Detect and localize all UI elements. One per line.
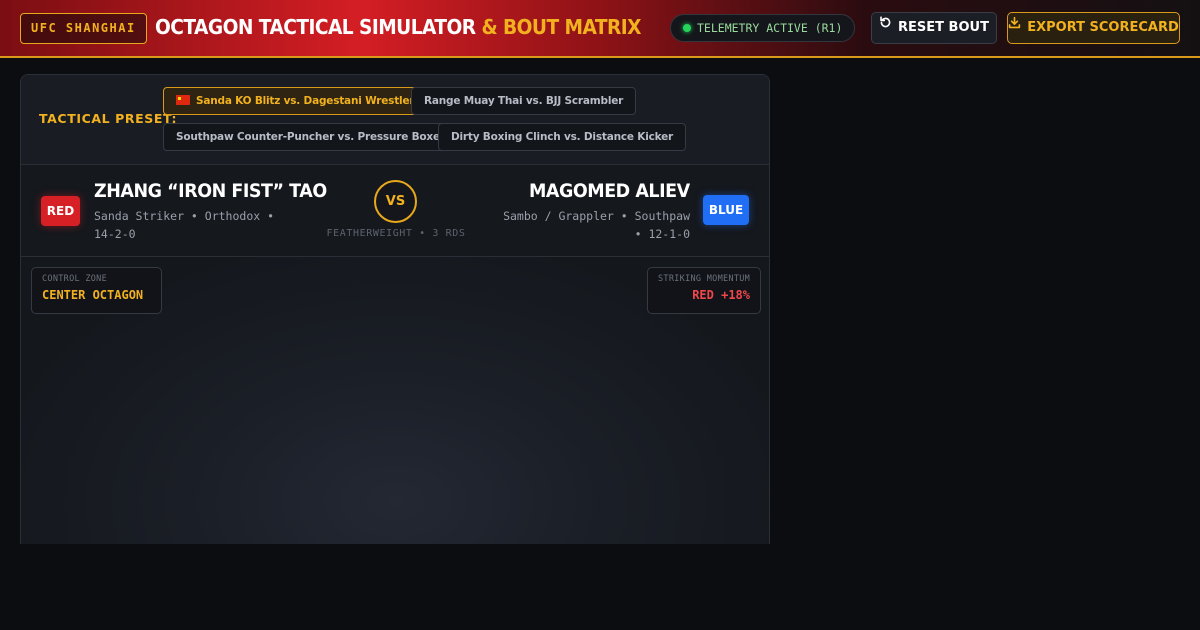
app-title: OCTAGON TACTICAL SIMULATOR & BOUT MATRIX — [155, 15, 641, 39]
fighter-matchup: RED ZHANG “IRON FIST” TAO Sanda Striker … — [21, 165, 769, 257]
preset-chip-label: Sanda KO Blitz vs. Dagestani Wrestler — [196, 95, 415, 107]
download-icon — [1008, 11, 1021, 41]
red-corner-badge: RED — [41, 196, 80, 226]
blue-fighter-style: Sambo / Grappler • Southpaw — [503, 209, 690, 223]
status-dot-icon — [683, 24, 691, 32]
control-zone-value: CENTER OCTAGON — [42, 288, 144, 302]
striking-momentum-label: STRIKING MOMENTUM — [658, 274, 751, 284]
blue-fighter-name: MAGOMED ALIEV — [529, 180, 690, 202]
blue-corner-badge: BLUE — [703, 195, 749, 225]
blue-fighter-meta: Sambo / Grappler • Southpaw • 12-1-0 — [480, 207, 690, 243]
top-bar: UFC SHANGHAI OCTAGON TACTICAL SIMULATOR … — [0, 0, 1200, 58]
telemetry-label: TELEMETRY ACTIVE (R1) — [697, 21, 843, 35]
striking-momentum-card: STRIKING MOMENTUM RED +18% — [647, 267, 761, 314]
red-fighter-record: 14-2-0 — [94, 227, 136, 241]
preset-chip-label: Southpaw Counter-Puncher vs. Pressure Bo… — [176, 131, 445, 143]
red-fighter-meta: Sanda Striker • Orthodox • 14-2-0 — [94, 207, 304, 243]
preset-chip-label: Dirty Boxing Clinch vs. Distance Kicker — [451, 131, 674, 143]
octagon-arena[interactable]: CONTROL ZONE CENTER OCTAGON STRIKING MOM… — [21, 257, 769, 544]
preset-chip-range-muay-thai[interactable]: Range Muay Thai vs. BJJ Scrambler — [411, 87, 637, 115]
brand-badge: UFC SHANGHAI — [20, 13, 147, 44]
telemetry-status: TELEMETRY ACTIVE (R1) — [670, 14, 856, 42]
control-zone-label: CONTROL ZONE — [42, 274, 108, 284]
export-scorecard-label: EXPORT SCORECARD — [1027, 20, 1179, 35]
control-zone-card: CONTROL ZONE CENTER OCTAGON — [31, 267, 162, 314]
striking-momentum-value: RED +18% — [692, 288, 750, 302]
preset-chip-sanda-ko-blitz[interactable]: Sanda KO Blitz vs. Dagestani Wrestler — [163, 87, 428, 115]
preset-chip-dirty-boxing[interactable]: Dirty Boxing Clinch vs. Distance Kicker — [438, 123, 687, 151]
red-fighter-style: Sanda Striker • Orthodox • — [94, 209, 275, 223]
vs-badge: VS — [374, 180, 417, 223]
simulator-panel: TACTICAL PRESET: Sanda KO Blitz vs. Dage… — [20, 74, 770, 544]
preset-chip-label: Range Muay Thai vs. BJJ Scrambler — [424, 95, 624, 107]
red-fighter-name: ZHANG “IRON FIST” TAO — [94, 180, 327, 202]
app-title-main: OCTAGON TACTICAL SIMULATOR — [155, 15, 476, 39]
reset-icon — [879, 11, 892, 41]
blue-fighter-record: • 12-1-0 — [634, 227, 690, 241]
preset-label: TACTICAL PRESET: — [39, 111, 178, 126]
preset-chip-southpaw-counter[interactable]: Southpaw Counter-Puncher vs. Pressure Bo… — [163, 123, 458, 151]
reset-bout-button[interactable]: RESET BOUT — [871, 12, 997, 44]
weight-class: FEATHERWEIGHT • 3 RDS — [326, 228, 466, 239]
preset-bar: TACTICAL PRESET: Sanda KO Blitz vs. Dage… — [21, 75, 769, 165]
reset-bout-label: RESET BOUT — [898, 20, 989, 35]
china-flag-icon — [176, 95, 190, 105]
app-title-accent: & BOUT MATRIX — [481, 15, 641, 39]
export-scorecard-button[interactable]: EXPORT SCORECARD — [1007, 12, 1180, 44]
